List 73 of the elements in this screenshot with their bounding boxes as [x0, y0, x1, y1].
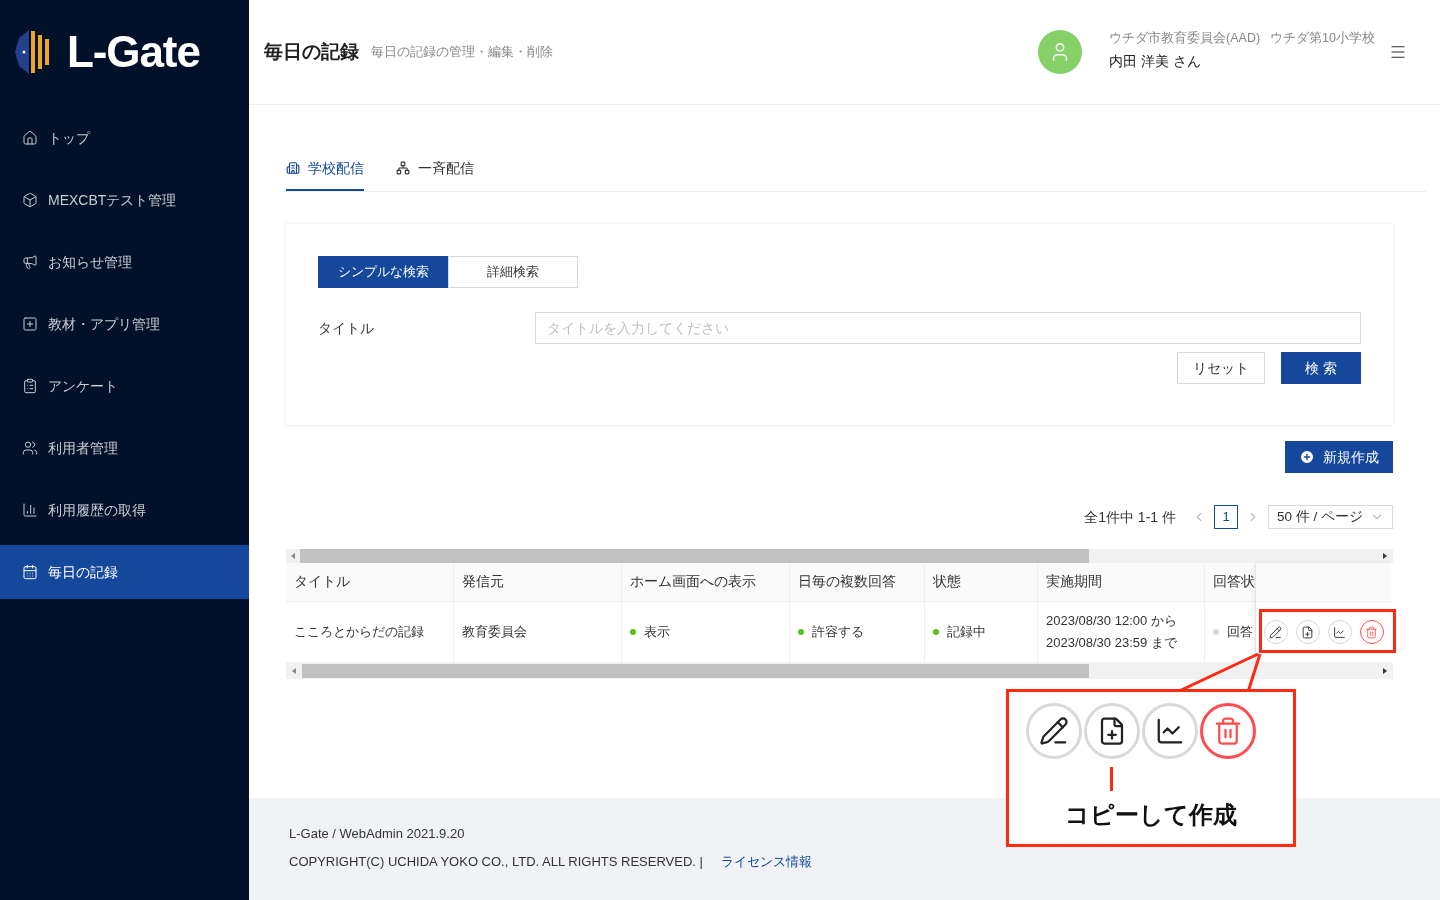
column-header: 日毎の複数回答 [790, 563, 925, 601]
page-subtitle: 毎日の記録の管理・編集・削除 [371, 43, 553, 62]
delete-icon [1365, 625, 1378, 639]
chart-button-large[interactable] [1142, 703, 1198, 759]
delete-button[interactable] [1359, 620, 1384, 644]
hierarchy-icon [396, 161, 410, 175]
table-cell: 回答 [1205, 602, 1256, 662]
home-icon [22, 130, 38, 146]
bar-chart-icon [22, 502, 38, 518]
user-name: 内田 洋美 さん [1109, 52, 1202, 71]
sidebar-item[interactable]: MEXCBTテスト管理 [0, 173, 249, 227]
scroll-left-icon[interactable] [291, 553, 295, 559]
page-title: 毎日の記録 [264, 39, 359, 64]
scroll-left-icon[interactable] [292, 668, 296, 674]
users-icon [22, 440, 38, 456]
table-cell: 許容する [790, 602, 925, 662]
copy-button-large[interactable] [1084, 703, 1140, 759]
edit-button[interactable] [1263, 620, 1288, 644]
column-header: タイトル [286, 563, 454, 601]
scroll-right-icon[interactable] [1383, 553, 1387, 559]
sidebar-item[interactable]: トップ [0, 111, 249, 165]
plus-square-icon [22, 316, 38, 332]
line-chart-icon [1155, 716, 1185, 746]
menu-icon[interactable] [1389, 43, 1407, 61]
table-cell: こころとからだの記録 [286, 602, 454, 662]
logo-text: L-Gate [67, 30, 200, 74]
clipboard-icon [22, 378, 38, 394]
edit-icon [1269, 625, 1282, 639]
result-count: 全1件中 1-1 件 [1084, 507, 1176, 527]
table-cell: 2023/08/30 12:00 から 2023/08/30 23:59 まで [1038, 602, 1205, 662]
sidebar-item[interactable]: アンケート [0, 359, 249, 413]
scroll-right-icon[interactable] [1383, 668, 1387, 674]
page-size-select[interactable]: 50 件 / ページ [1268, 505, 1393, 529]
cube-icon [22, 192, 38, 208]
field-label: タイトル [318, 318, 375, 338]
calendar-icon [22, 564, 38, 580]
create-button[interactable]: 新規作成 [1285, 441, 1393, 473]
search-button[interactable]: 検 索 [1281, 352, 1361, 384]
table-cell: 教育委員会 [454, 602, 622, 662]
edit-icon [1039, 716, 1069, 746]
sidebar-item[interactable]: 利用履歴の取得 [0, 483, 249, 537]
file-plus-icon [1301, 625, 1314, 639]
edit-button-large[interactable] [1026, 703, 1082, 759]
column-header: ホーム画面への表示 [622, 563, 790, 601]
column-header: 実施期間 [1038, 563, 1205, 601]
organization-name: ウチダ市教育委員会(AAD) [1109, 30, 1261, 47]
sidebar-item[interactable]: 毎日の記録 [0, 545, 249, 599]
line-chart-icon [1333, 625, 1346, 639]
table-cell: 記録中 [925, 602, 1038, 662]
building-icon [286, 161, 300, 175]
license-link[interactable]: ライセンス情報 [720, 851, 812, 871]
sidebar-item[interactable]: 利用者管理 [0, 421, 249, 475]
column-header: 発信元 [454, 563, 622, 601]
reset-button[interactable]: リセット [1177, 352, 1265, 384]
page-number[interactable]: 1 [1214, 505, 1238, 529]
search-mode-tab[interactable]: シンプルな検索 [318, 256, 448, 288]
callout-label: コピーして作成 [1065, 800, 1237, 830]
chart-button[interactable] [1327, 620, 1352, 644]
copy-button[interactable] [1295, 620, 1320, 644]
tab[interactable]: 一斉配信 [396, 155, 474, 191]
school-name: ウチダ第10小学校 [1270, 30, 1375, 47]
megaphone-icon [22, 254, 38, 270]
table-cell: 表示 [622, 602, 790, 662]
sidebar-item[interactable]: お知らせ管理 [0, 235, 249, 289]
plus-circle-icon [1299, 449, 1315, 465]
version-text: L-Gate / WebAdmin 2021.9.20 [289, 825, 466, 843]
delete-icon [1213, 716, 1243, 746]
search-mode-tab[interactable]: 詳細検索 [448, 256, 578, 288]
column-header: 状態 [925, 563, 1038, 601]
title-input-field[interactable]: タイトルを入力してください [535, 312, 1361, 344]
tab[interactable]: 学校配信 [286, 155, 364, 191]
sidebar-item[interactable]: 教材・アプリ管理 [0, 297, 249, 351]
copyright-text: COPYRIGHT(C) UCHIDA YOKO CO., LTD. ALL RIGHTS RESERVED. | [289, 852, 703, 871]
